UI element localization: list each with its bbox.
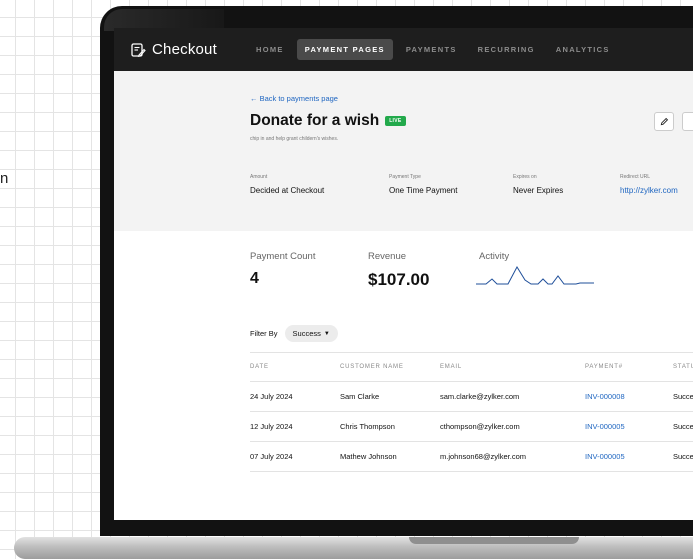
cell-status: Success [673,452,693,461]
edit-button[interactable] [654,112,674,131]
payment-type-value: One Time Payment [389,186,458,195]
nav-analytics[interactable]: ANALYTICS [548,39,618,60]
column-header-status[interactable]: STATUS [673,353,693,381]
nav-payments[interactable]: PAYMENTS [398,39,465,60]
page-description: chip in and help grant childern's wishes… [250,136,339,142]
expires-on-detail: Expires on Never Expires [513,174,563,195]
app-screen: Checkout HOME PAYMENT PAGES PAYMENTS REC… [114,28,693,520]
cell-email: sam.clarke@zylker.com [440,392,520,401]
revenue-value: $107.00 [368,270,430,289]
column-header-customer[interactable]: CUSTOMER NAME [340,353,404,381]
pencil-icon [660,117,668,126]
expires-on-value: Never Expires [513,186,564,195]
revenue-stat: Revenue $107.00 [368,251,429,290]
cell-email: m.johnson68@zylker.com [440,452,526,461]
payments-table: DATE CUSTOMER NAME EMAIL PAYMENT# STATUS… [250,352,693,472]
activity-label: Activity [479,251,510,262]
column-header-email[interactable]: EMAIL [440,353,462,381]
checkout-logo-icon [131,42,146,57]
status-filter-dropdown[interactable]: Success ▼ [284,325,338,342]
table-header-row: DATE CUSTOMER NAME EMAIL PAYMENT# STATUS [250,352,693,382]
caret-down-icon: ▼ [323,330,330,337]
redirect-url-label: Redirect URL [620,174,651,180]
redirect-url-link[interactable]: http://zylker.com [620,186,678,195]
amount-detail: Amount Decided at Checkout [250,174,324,195]
amount-label: Amount [250,174,268,180]
table-row[interactable]: 12 July 2024 Chris Thompson cthompson@zy… [250,412,693,442]
laptop-base [14,537,693,559]
back-to-payments-link[interactable]: ← Back to payments page [250,94,338,103]
cell-payment-link[interactable]: INV-000008 [585,382,625,411]
more-actions-button[interactable] [682,112,693,131]
table-row[interactable]: 07 July 2024 Mathew Johnson m.johnson68@… [250,442,693,472]
cell-date: 12 July 2024 [250,422,293,431]
nav-payment-pages[interactable]: PAYMENT PAGES [296,39,393,60]
payment-type-label: Payment Type [389,174,421,180]
cell-status: Success [673,422,693,431]
nav-recurring[interactable]: RECURRING [470,39,543,60]
page-title: Donate for a wish [250,112,380,129]
payment-count-stat: Payment Count 4 [250,251,315,288]
cell-payment-link[interactable]: INV-000005 [585,412,625,441]
column-header-payment[interactable]: PAYMENT# [585,353,623,381]
cell-date: 24 July 2024 [250,392,293,401]
brand[interactable]: Checkout [130,41,248,58]
redirect-url-detail: Redirect URL http://zylker.com [620,174,678,195]
cropped-side-text: n [0,170,9,187]
app-name: Checkout [152,41,217,58]
title-row: Donate for a wish LIVE [250,112,406,130]
nav-home[interactable]: HOME [248,39,292,60]
payment-type-detail: Payment Type One Time Payment [389,174,457,195]
cell-customer: Sam Clarke [340,392,380,401]
revenue-label: Revenue [368,251,407,262]
cell-status: Success [673,392,693,401]
cell-email: cthompson@zylker.com [440,422,520,431]
top-navigation-bar: Checkout HOME PAYMENT PAGES PAYMENTS REC… [114,28,693,71]
payment-count-value: 4 [250,270,259,287]
status-filter-value: Success [292,329,321,338]
activity-sparkline [476,265,594,285]
cell-customer: Mathew Johnson [340,452,397,461]
live-status-badge: LIVE [385,116,406,126]
table-row[interactable]: 24 July 2024 Sam Clarke sam.clarke@zylke… [250,382,693,412]
filter-bar: Filter By Success ▼ [250,325,338,342]
activity-stat: Activity [479,251,509,262]
laptop-bezel-bottom [100,520,693,536]
main-nav: HOME PAYMENT PAGES PAYMENTS RECURRING AN… [248,39,623,60]
amount-value: Decided at Checkout [250,186,325,195]
filter-label: Filter By [250,329,278,338]
cell-date: 07 July 2024 [250,452,293,461]
column-header-date[interactable]: DATE [250,353,269,381]
cell-customer: Chris Thompson [340,422,395,431]
expires-on-label: Expires on [513,174,537,180]
cell-payment-link[interactable]: INV-000005 [585,442,625,471]
payment-page-header: ← Back to payments page Donate for a wis… [114,71,693,231]
payment-count-label: Payment Count [250,251,316,262]
